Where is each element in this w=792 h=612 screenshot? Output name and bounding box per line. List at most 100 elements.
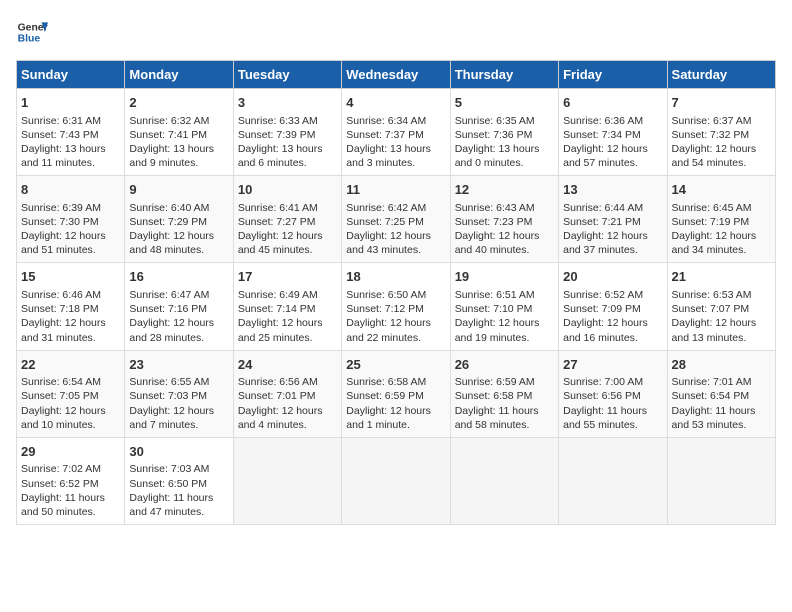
sunset-label: Sunset: 6:58 PM — [455, 390, 533, 402]
sunset-label: Sunset: 7:30 PM — [21, 216, 99, 228]
sunset-label: Sunset: 7:36 PM — [455, 129, 533, 141]
logo: General Blue — [16, 16, 48, 48]
calendar-cell: 20Sunrise: 6:52 AMSunset: 7:09 PMDayligh… — [559, 263, 667, 350]
sunrise-label: Sunrise: 6:40 AM — [129, 202, 209, 214]
day-number: 29 — [21, 443, 120, 461]
calendar-cell: 9Sunrise: 6:40 AMSunset: 7:29 PMDaylight… — [125, 176, 233, 263]
sunrise-label: Sunrise: 6:59 AM — [455, 376, 535, 388]
calendar-cell — [559, 437, 667, 524]
calendar-cell: 12Sunrise: 6:43 AMSunset: 7:23 PMDayligh… — [450, 176, 558, 263]
sunrise-label: Sunrise: 6:35 AM — [455, 115, 535, 127]
daylight-label: Daylight: 12 hours and 1 minute. — [346, 405, 431, 431]
day-number: 9 — [129, 181, 228, 199]
sunset-label: Sunset: 6:59 PM — [346, 390, 424, 402]
day-number: 23 — [129, 356, 228, 374]
daylight-label: Daylight: 13 hours and 11 minutes. — [21, 143, 106, 169]
sunset-label: Sunset: 7:01 PM — [238, 390, 316, 402]
calendar-cell: 30 Sunrise: 7:03 AM Sunset: 6:50 PM Dayligh… — [125, 437, 233, 524]
sunrise-label: Sunrise: 6:47 AM — [129, 289, 209, 301]
day-number: 30 — [129, 443, 228, 461]
day-number: 11 — [346, 181, 445, 199]
day-number: 16 — [129, 268, 228, 286]
sunrise-label: Sunrise: 6:55 AM — [129, 376, 209, 388]
day-number: 4 — [346, 94, 445, 112]
sunset-label: Sunset: 7:23 PM — [455, 216, 533, 228]
calendar-week-row: 22 Sunrise: 6:54 AM Sunset: 7:05 PM Dayligh… — [17, 350, 776, 437]
sunrise-label: Sunrise: 7:02 AM — [21, 463, 101, 475]
calendar-cell: 10Sunrise: 6:41 AMSunset: 7:27 PMDayligh… — [233, 176, 341, 263]
day-number: 12 — [455, 181, 554, 199]
header-saturday: Saturday — [667, 61, 775, 89]
calendar-cell: 8 Sunrise: 6:39 AM Sunset: 7:30 PM Daylight… — [17, 176, 125, 263]
daylight-label: Daylight: 11 hours and 58 minutes. — [455, 405, 539, 431]
day-number: 1 — [21, 94, 120, 112]
sunset-label: Sunset: 7:34 PM — [563, 129, 641, 141]
calendar-table: SundayMondayTuesdayWednesdayThursdayFrid… — [16, 60, 776, 525]
calendar-cell: 4Sunrise: 6:34 AMSunset: 7:37 PMDaylight… — [342, 89, 450, 176]
daylight-label: Daylight: 12 hours and 25 minutes. — [238, 317, 323, 343]
calendar-cell: 11Sunrise: 6:42 AMSunset: 7:25 PMDayligh… — [342, 176, 450, 263]
sunset-label: Sunset: 7:41 PM — [129, 129, 207, 141]
sunrise-label: Sunrise: 6:32 AM — [129, 115, 209, 127]
sunrise-label: Sunrise: 7:00 AM — [563, 376, 643, 388]
sunrise-label: Sunrise: 6:54 AM — [21, 376, 101, 388]
sunrise-label: Sunrise: 6:44 AM — [563, 202, 643, 214]
daylight-label: Daylight: 12 hours and 48 minutes. — [129, 230, 214, 256]
calendar-cell: 7Sunrise: 6:37 AMSunset: 7:32 PMDaylight… — [667, 89, 775, 176]
day-number: 8 — [21, 181, 120, 199]
day-number: 2 — [129, 94, 228, 112]
sunset-label: Sunset: 7:05 PM — [21, 390, 99, 402]
daylight-label: Daylight: 12 hours and 19 minutes. — [455, 317, 540, 343]
sunset-label: Sunset: 6:50 PM — [129, 478, 207, 490]
header-monday: Monday — [125, 61, 233, 89]
calendar-cell: 1Sunrise: 6:31 AMSunset: 7:43 PMDaylight… — [17, 89, 125, 176]
daylight-label: Daylight: 12 hours and 51 minutes. — [21, 230, 106, 256]
daylight-label: Daylight: 13 hours and 0 minutes. — [455, 143, 540, 169]
calendar-cell: 5Sunrise: 6:35 AMSunset: 7:36 PMDaylight… — [450, 89, 558, 176]
sunrise-label: Sunrise: 6:49 AM — [238, 289, 318, 301]
sunset-label: Sunset: 7:16 PM — [129, 303, 207, 315]
sunset-label: Sunset: 7:14 PM — [238, 303, 316, 315]
calendar-cell — [233, 437, 341, 524]
calendar-cell: 2Sunrise: 6:32 AMSunset: 7:41 PMDaylight… — [125, 89, 233, 176]
sunrise-label: Sunrise: 6:56 AM — [238, 376, 318, 388]
calendar-cell: 13Sunrise: 6:44 AMSunset: 7:21 PMDayligh… — [559, 176, 667, 263]
calendar-cell: 3Sunrise: 6:33 AMSunset: 7:39 PMDaylight… — [233, 89, 341, 176]
header-thursday: Thursday — [450, 61, 558, 89]
daylight-label: Daylight: 12 hours and 37 minutes. — [563, 230, 648, 256]
daylight-label: Daylight: 13 hours and 6 minutes. — [238, 143, 323, 169]
sunset-label: Sunset: 7:25 PM — [346, 216, 424, 228]
daylight-label: Daylight: 12 hours and 22 minutes. — [346, 317, 431, 343]
daylight-label: Daylight: 12 hours and 57 minutes. — [563, 143, 648, 169]
sunrise-label: Sunrise: 6:39 AM — [21, 202, 101, 214]
sunrise-label: Sunrise: 7:03 AM — [129, 463, 209, 475]
header-wednesday: Wednesday — [342, 61, 450, 89]
calendar-cell: 15Sunrise: 6:46 AMSunset: 7:18 PMDayligh… — [17, 263, 125, 350]
sunset-label: Sunset: 7:27 PM — [238, 216, 316, 228]
sunrise-label: Sunrise: 6:50 AM — [346, 289, 426, 301]
sunset-label: Sunset: 7:09 PM — [563, 303, 641, 315]
calendar-cell: 16Sunrise: 6:47 AMSunset: 7:16 PMDayligh… — [125, 263, 233, 350]
daylight-label: Daylight: 12 hours and 45 minutes. — [238, 230, 323, 256]
daylight-label: Daylight: 12 hours and 31 minutes. — [21, 317, 106, 343]
day-number: 14 — [672, 181, 771, 199]
sunrise-label: Sunrise: 6:36 AM — [563, 115, 643, 127]
day-number: 22 — [21, 356, 120, 374]
header-tuesday: Tuesday — [233, 61, 341, 89]
calendar-cell: 14Sunrise: 6:45 AMSunset: 7:19 PMDayligh… — [667, 176, 775, 263]
daylight-label: Daylight: 12 hours and 54 minutes. — [672, 143, 757, 169]
calendar-cell: 24Sunrise: 6:56 AMSunset: 7:01 PMDayligh… — [233, 350, 341, 437]
sunrise-label: Sunrise: 6:33 AM — [238, 115, 318, 127]
calendar-cell: 18Sunrise: 6:50 AMSunset: 7:12 PMDayligh… — [342, 263, 450, 350]
day-number: 27 — [563, 356, 662, 374]
daylight-label: Daylight: 11 hours and 47 minutes. — [129, 492, 213, 518]
header-sunday: Sunday — [17, 61, 125, 89]
sunrise-label: Sunrise: 6:31 AM — [21, 115, 101, 127]
day-number: 20 — [563, 268, 662, 286]
calendar-cell: 21Sunrise: 6:53 AMSunset: 7:07 PMDayligh… — [667, 263, 775, 350]
calendar-cell — [342, 437, 450, 524]
sunrise-label: Sunrise: 6:37 AM — [672, 115, 752, 127]
sunrise-label: Sunrise: 6:58 AM — [346, 376, 426, 388]
calendar-week-row: 8 Sunrise: 6:39 AM Sunset: 7:30 PM Daylight… — [17, 176, 776, 263]
header-friday: Friday — [559, 61, 667, 89]
